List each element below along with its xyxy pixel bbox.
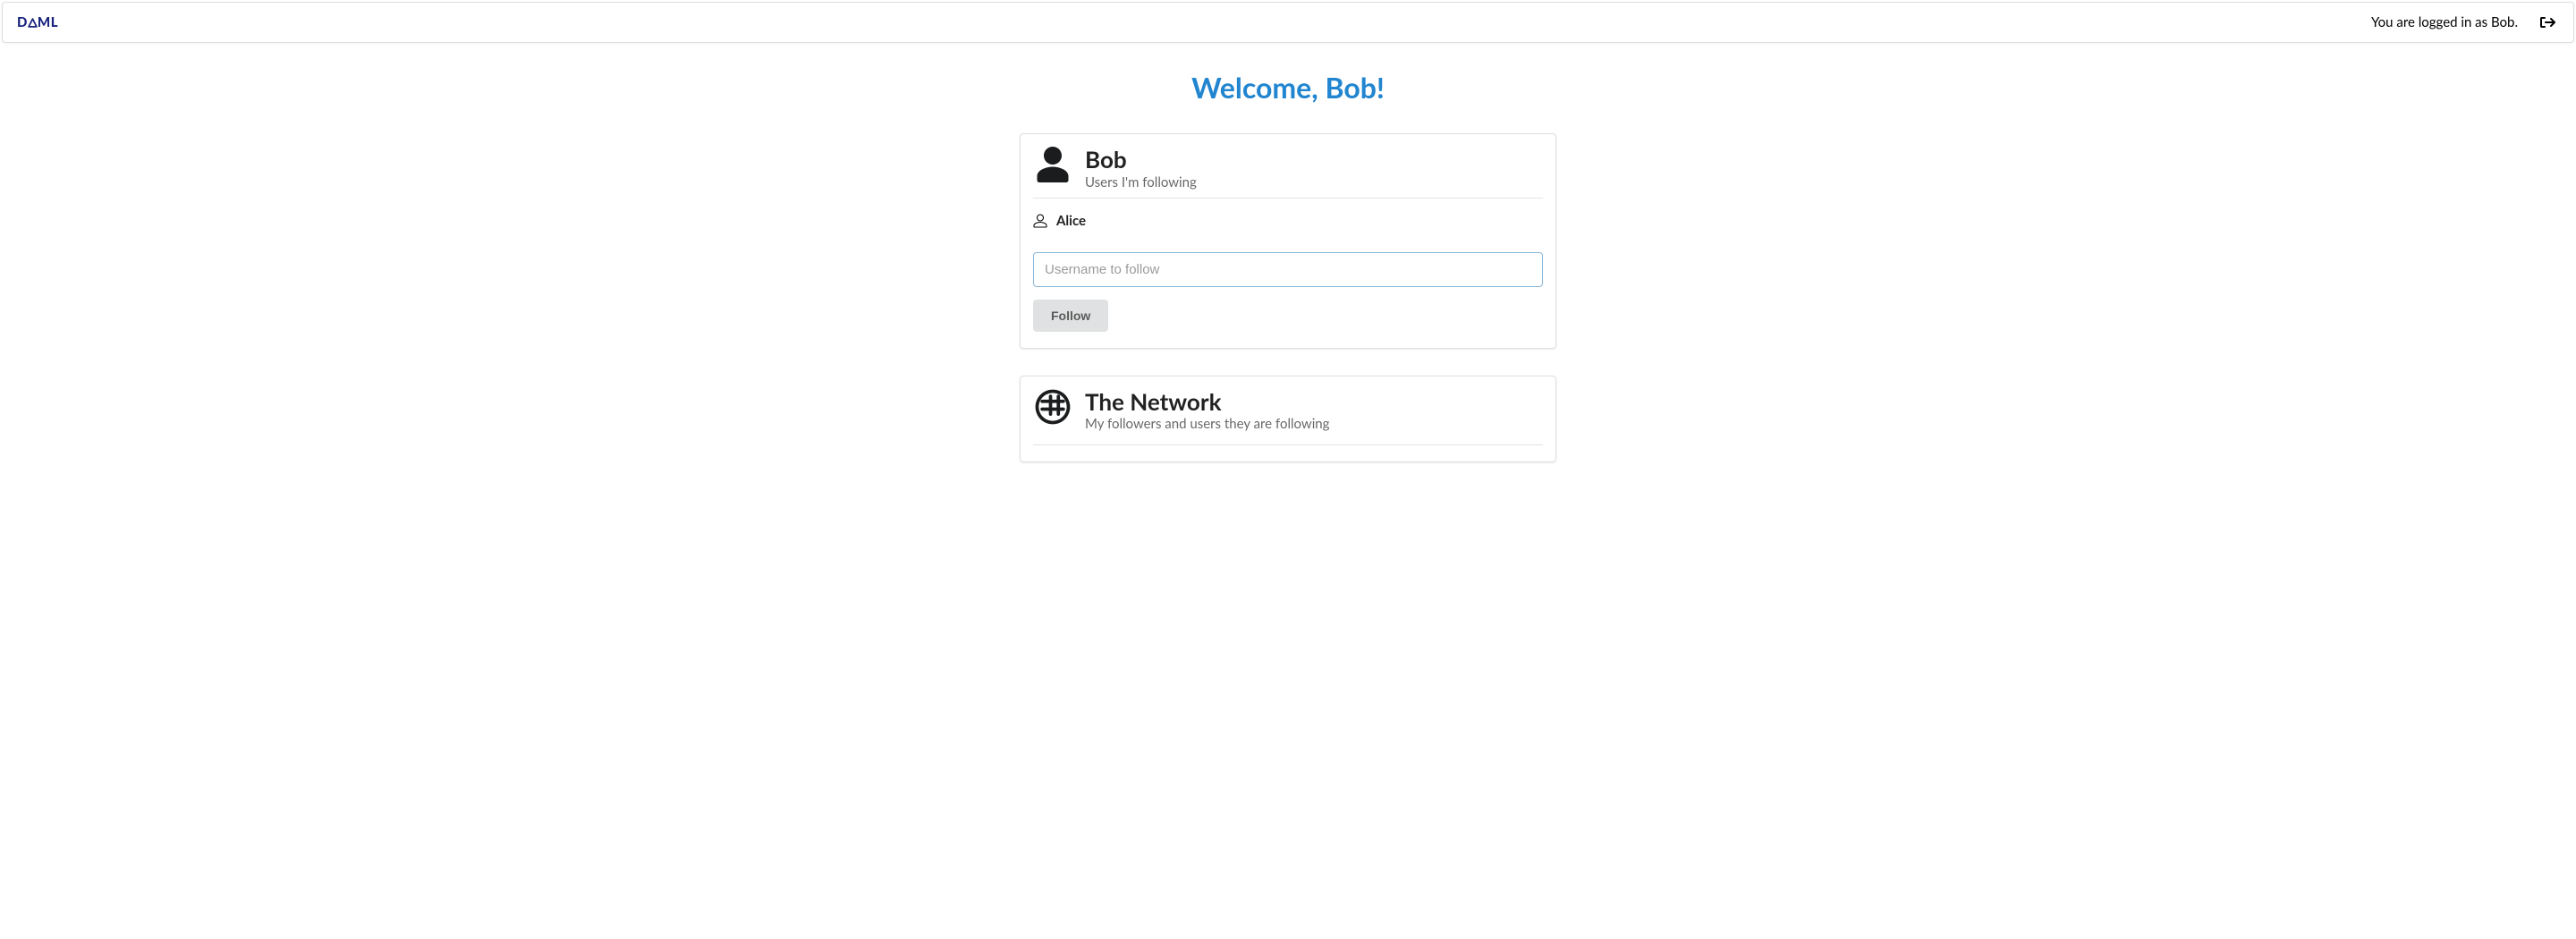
follow-button[interactable]: Follow <box>1033 300 1108 332</box>
profile-subtitle: Users I'm following <box>1085 174 1197 190</box>
network-subtitle: My followers and users they are followin… <box>1085 416 1329 432</box>
user-icon <box>1033 147 1072 182</box>
network-card-header: The Network My followers and users they … <box>1033 389 1543 438</box>
network-divider <box>1033 444 1543 445</box>
following-username: Alice <box>1056 213 1086 229</box>
list-item: Alice <box>1033 207 1543 234</box>
top-menu: D ML You are logged in as Bob. <box>2 2 2574 43</box>
username-to-follow-input[interactable] <box>1033 252 1543 287</box>
globe-icon <box>1033 389 1072 425</box>
logo-triangle-icon <box>28 18 38 28</box>
sign-out-icon <box>2539 15 2555 30</box>
profile-name: Bob <box>1085 147 1197 173</box>
welcome-heading: Welcome, Bob! <box>1020 70 1556 105</box>
daml-logo: D ML <box>17 14 58 30</box>
main-content: Welcome, Bob! Bob Users I'm following Al… <box>1020 45 1556 462</box>
network-title: The Network <box>1085 389 1329 415</box>
following-list: Alice <box>1033 207 1543 234</box>
network-card: The Network My followers and users they … <box>1020 376 1556 463</box>
login-status-text: You are logged in as Bob. <box>2371 14 2518 30</box>
user-outline-icon <box>1033 214 1047 228</box>
profile-card-header: Bob Users I'm following <box>1033 147 1543 199</box>
profile-card: Bob Users I'm following Alice Follow <box>1020 133 1556 349</box>
top-right: You are logged in as Bob. <box>2371 12 2559 33</box>
logout-button[interactable] <box>2536 12 2559 33</box>
